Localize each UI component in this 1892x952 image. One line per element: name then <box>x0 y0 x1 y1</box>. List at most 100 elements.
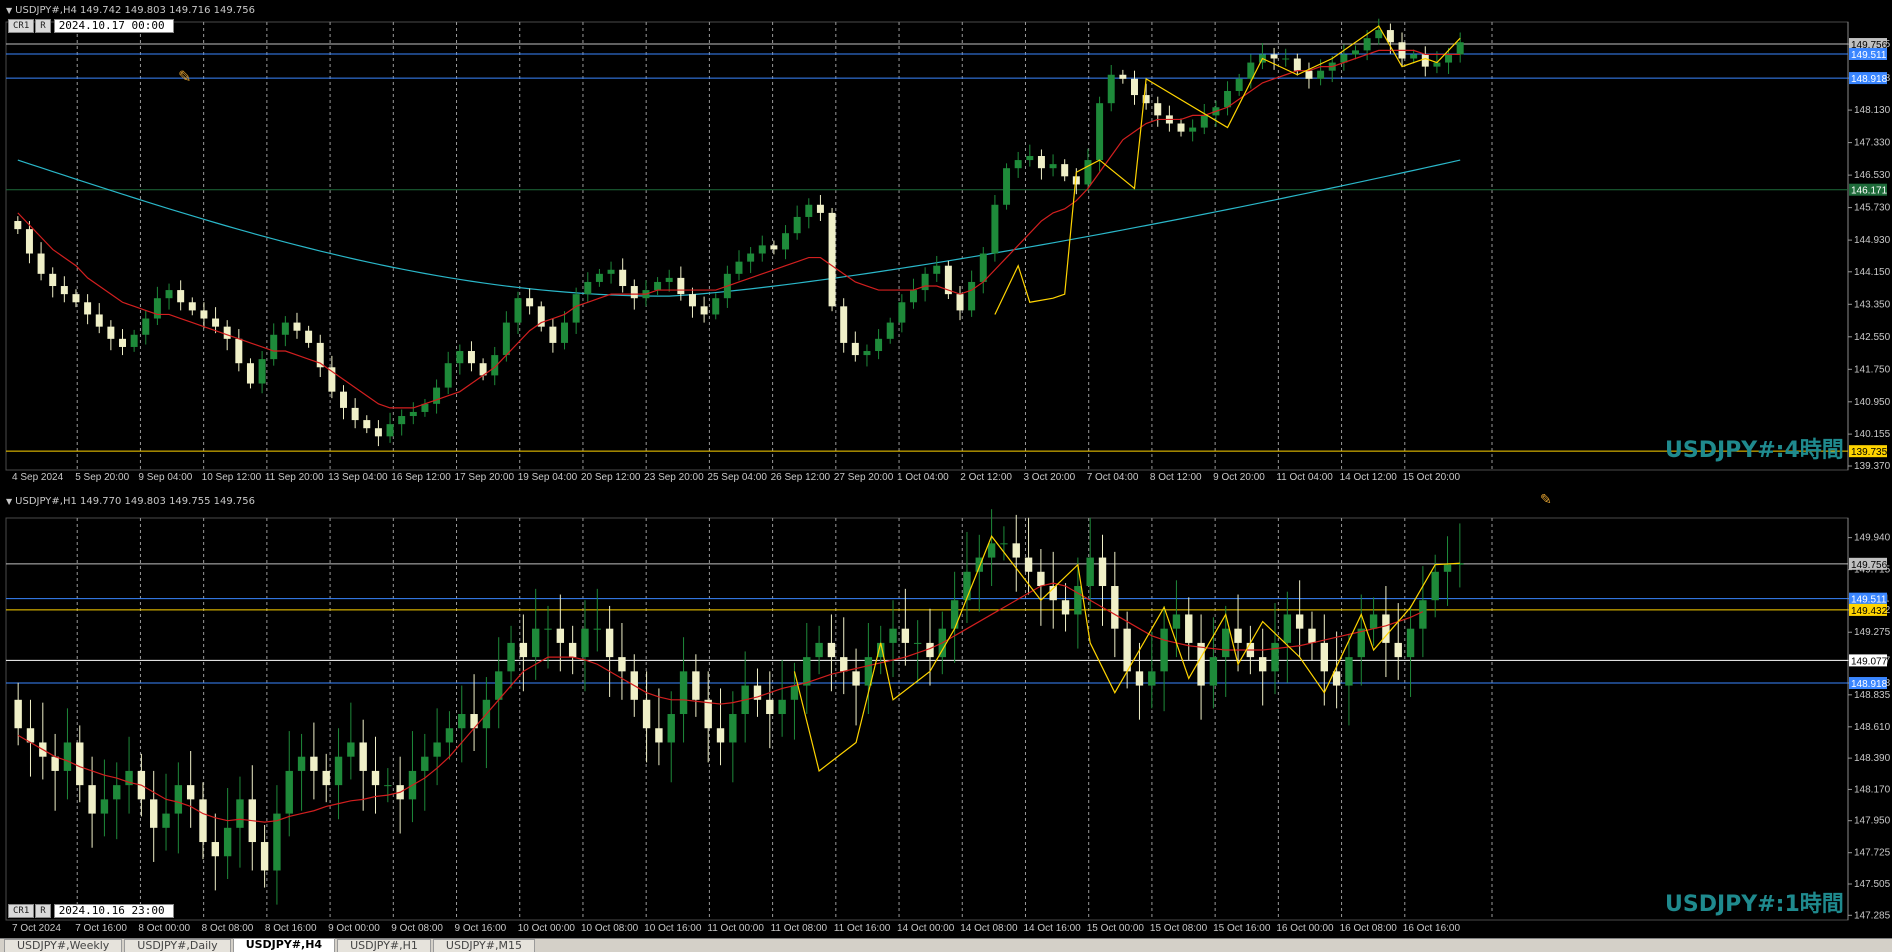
h1-time-label: 16 Oct 00:00 <box>1276 923 1334 934</box>
h4-price-tick-label: 141.750 <box>1854 364 1891 375</box>
h4-time-label: 26 Sep 12:00 <box>771 472 831 483</box>
h1-candle-body <box>297 756 306 771</box>
h4-chart-canvas[interactable]: 4 Sep 2024 5 Sep 20:00 9 Sep 04:00 10 Sep 1… <box>0 0 1892 490</box>
h4-candle-body <box>921 273 929 291</box>
h1-candle-body <box>1209 657 1218 686</box>
h4-candle-body <box>1049 164 1057 169</box>
h4-candle-body <box>119 338 126 347</box>
h1-candle-body <box>1000 543 1008 545</box>
h4-time-label: 15 Oct 20:00 <box>1403 472 1461 483</box>
h4-candle-body <box>246 363 254 384</box>
h1-price-tick-label: 149.940 <box>1854 533 1891 544</box>
h4-candle-body <box>60 286 68 295</box>
h4-candle-body <box>1305 70 1313 79</box>
h4-candle-body <box>1200 115 1208 128</box>
tab-daily[interactable]: USDJPY#,Daily <box>124 939 231 952</box>
h4-candle-body <box>700 306 708 315</box>
h1-time-label: 10 Oct 16:00 <box>644 923 702 934</box>
h4-time-label: 11 Oct 04:00 <box>1276 472 1333 483</box>
h4-date-field[interactable]: 2024.10.17 00:00 <box>53 19 174 33</box>
h4-candle-body <box>409 411 417 417</box>
h4-candle-body <box>1293 58 1301 71</box>
h1-candle-body <box>1271 642 1279 672</box>
h1-candle-body <box>950 600 959 629</box>
h4-candle-body <box>1014 160 1022 169</box>
h4-price-tick-label: 140.950 <box>1854 397 1891 408</box>
h1-time-label: 14 Oct 00:00 <box>897 923 955 934</box>
h4-candle-body <box>25 229 33 254</box>
h4-candle-body <box>235 338 243 364</box>
h1-r-button[interactable]: R <box>35 904 51 918</box>
h4-r-button[interactable]: R <box>35 19 51 33</box>
h1-candle-body <box>692 671 700 700</box>
h1-time-label: 14 Oct 16:00 <box>1023 923 1081 934</box>
h4-candle-body <box>281 322 289 335</box>
h4-candle-body <box>1061 164 1069 177</box>
h4-candle-body <box>374 428 382 437</box>
h4-candle-body <box>851 342 859 356</box>
tab-m15[interactable]: USDJPY#,M15 <box>432 939 535 952</box>
h4-watermark: USDJPY#:4時間 <box>1665 438 1844 463</box>
tab-h1[interactable]: USDJPY#,H1 <box>337 939 431 952</box>
h4-candle-body <box>956 294 964 311</box>
h1-candle-body <box>1406 628 1415 658</box>
h1-candle-body <box>519 642 528 658</box>
tab-h4[interactable]: USDJPY#,H4 <box>232 938 336 952</box>
h4-time-label: 2 Oct 12:00 <box>960 472 1012 483</box>
h4-candle-body <box>886 322 894 339</box>
h4-candle-body <box>898 302 906 323</box>
h1-candle-body <box>1185 614 1193 643</box>
h1-price-tick-label: 148.835 <box>1854 690 1891 701</box>
h1-cr1-button[interactable]: CR1 <box>8 904 35 918</box>
h4-candle-body <box>561 322 569 343</box>
h4-candle-body <box>1189 127 1197 132</box>
h4-time-label: 17 Sep 20:00 <box>455 472 515 483</box>
h1-candle-body <box>1419 600 1427 629</box>
h4-candle-body <box>258 359 266 384</box>
h1-time-label: 9 Oct 16:00 <box>455 923 507 934</box>
h4-candle-body <box>933 265 941 274</box>
h1-candle-body <box>1086 557 1094 587</box>
chart-h4[interactable]: 4 Sep 2024 5 Sep 20:00 9 Sep 04:00 10 Sep 1… <box>0 0 1892 490</box>
h1-candle-body <box>618 657 626 672</box>
h4-time-label: 1 Oct 04:00 <box>897 472 949 483</box>
h4-date-control[interactable]: CR1 R 2024.10.17 00:00 <box>8 19 174 33</box>
h1-candle-body <box>1443 564 1452 572</box>
h1-candle-body <box>901 628 910 643</box>
h4-candle-body <box>712 298 720 315</box>
h4-candle-body <box>1130 78 1138 96</box>
h4-time-label: 7 Oct 04:00 <box>1087 472 1139 483</box>
h1-candle-body <box>1098 557 1107 587</box>
h1-watermark: USDJPY#:1時間 <box>1665 892 1844 917</box>
h1-chart-canvas[interactable]: 7 Oct 2024 7 Oct 16:00 8 Oct 00:00 8 Oct 08… <box>0 492 1892 938</box>
tab-weekly[interactable]: USDJPY#,Weekly <box>4 939 123 952</box>
h1-date-field[interactable]: 2024.10.16 23:00 <box>53 904 174 918</box>
h1-time-label: 11 Oct 16:00 <box>834 923 891 934</box>
h1-candle-body <box>211 842 220 857</box>
h1-candle-body <box>716 728 725 743</box>
h1-candle-body <box>1369 614 1378 629</box>
chart-h1[interactable]: 7 Oct 2024 7 Oct 16:00 8 Oct 00:00 8 Oct 08… <box>0 492 1892 938</box>
h1-candle-body <box>421 756 429 771</box>
h1-candle-body <box>704 699 712 729</box>
h4-cr1-button[interactable]: CR1 <box>8 19 35 33</box>
h4-candle-body <box>398 416 406 425</box>
h4-candle-body <box>816 204 824 213</box>
h1-candle-body <box>852 671 860 686</box>
h1-candle-body <box>827 642 836 658</box>
h1-price-tick-label: 147.505 <box>1854 879 1891 890</box>
h4-candle-body <box>270 334 278 360</box>
h1-candle-body <box>1135 671 1144 686</box>
h4-candle-body <box>433 387 441 404</box>
h1-candle-body <box>433 742 441 757</box>
h1-time-label: 10 Oct 08:00 <box>581 923 639 934</box>
h1-candle-body <box>322 770 330 786</box>
h4-candle-body <box>1352 50 1359 55</box>
h4-candle-body <box>1410 54 1418 59</box>
h4-time-label: 8 Oct 12:00 <box>1150 472 1202 483</box>
h1-date-control[interactable]: CR1 R 2024.10.16 23:00 <box>8 904 174 918</box>
h4-candle-body <box>1177 123 1185 132</box>
h4-candle-body <box>502 322 510 356</box>
h1-time-label: 15 Oct 16:00 <box>1213 923 1271 934</box>
h4-candle-body <box>1363 38 1371 51</box>
